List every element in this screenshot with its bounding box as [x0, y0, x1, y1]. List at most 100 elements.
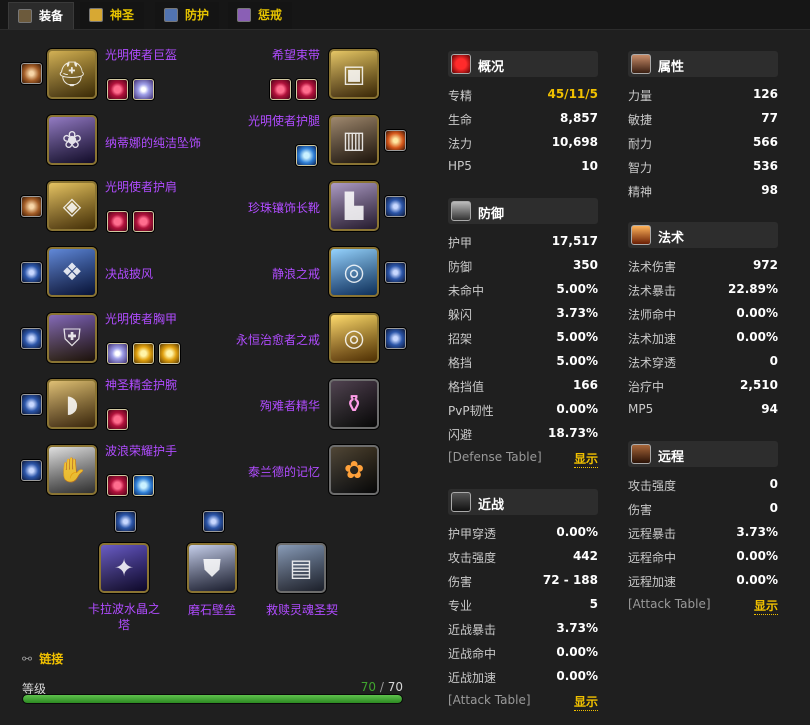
- shield-icon[interactable]: ⛊: [187, 543, 237, 593]
- flower-icon[interactable]: ✿: [329, 445, 379, 495]
- item-name[interactable]: 希望束带: [272, 46, 320, 63]
- enchant-icon[interactable]: [21, 196, 42, 217]
- tab-label: 防护: [185, 8, 210, 22]
- enchant-icon[interactable]: [115, 511, 136, 532]
- gem-icon[interactable]: [133, 343, 154, 364]
- belt-icon[interactable]: ▣: [329, 49, 379, 99]
- tab-bar: 装备 神圣 防护 惩戒: [0, 0, 810, 30]
- stat-label: 敏捷: [628, 113, 653, 127]
- enchant-icon[interactable]: [21, 394, 42, 415]
- stat-value: 2,510: [740, 378, 778, 392]
- stat-label: 法术伤害: [628, 260, 677, 274]
- gloves-icon[interactable]: ✋: [47, 445, 97, 495]
- tab-protection[interactable]: 防护: [155, 2, 220, 29]
- tab-equipment[interactable]: 装备: [8, 2, 75, 29]
- enchant-icon[interactable]: [21, 262, 42, 283]
- legs-icon[interactable]: ▥: [329, 115, 379, 165]
- item-name[interactable]: 神圣精金护腕: [105, 376, 177, 393]
- necklace-icon[interactable]: ❀: [47, 115, 97, 165]
- gem-icon[interactable]: [133, 211, 154, 232]
- item-name[interactable]: 光明使者护肩: [105, 178, 177, 195]
- gem-icon[interactable]: [296, 145, 317, 166]
- attack-table-show-link[interactable]: 显示: [753, 597, 778, 615]
- bracer-icon[interactable]: ◗: [47, 379, 97, 429]
- weapon-name[interactable]: 磨石壁垒: [172, 601, 252, 618]
- stat-value: 77: [761, 111, 778, 125]
- level-value: 70 / 70: [361, 680, 403, 694]
- libram-icon[interactable]: ▤: [276, 543, 326, 593]
- stat-label: 力量: [628, 89, 653, 103]
- enchant-icon[interactable]: [385, 262, 406, 283]
- enchant-icon[interactable]: [385, 130, 406, 151]
- item-name[interactable]: 光明使者胸甲: [105, 310, 177, 327]
- stat-label: 法师命中: [628, 308, 677, 322]
- ring-icon[interactable]: ◎: [329, 247, 379, 297]
- stat-row: 法师命中 0.00%: [628, 306, 778, 324]
- item-name[interactable]: 光明使者巨盔: [105, 46, 177, 63]
- item-name[interactable]: 决战披风: [105, 265, 153, 282]
- item-name[interactable]: 泰兰德的记忆: [248, 463, 320, 480]
- stat-row: 护甲穿透 0.00%: [448, 525, 598, 543]
- gem-icon[interactable]: [107, 343, 128, 364]
- enchant-icon[interactable]: [203, 511, 224, 532]
- gem-icon[interactable]: [133, 79, 154, 100]
- enchant-icon[interactable]: [21, 63, 42, 84]
- gem-icon[interactable]: [133, 475, 154, 496]
- stat-label: 专精: [448, 89, 473, 103]
- chest-icon[interactable]: ⛨: [47, 313, 97, 363]
- stat-label: 护甲穿透: [448, 527, 497, 541]
- tab-label: 惩戒: [258, 8, 283, 22]
- attack-table-show-link[interactable]: 显示: [573, 693, 598, 711]
- mace-icon[interactable]: ✦: [99, 543, 149, 593]
- enchant-icon[interactable]: [21, 460, 42, 481]
- helmet-icon[interactable]: ⛑: [47, 49, 97, 99]
- item-name[interactable]: 静浪之戒: [272, 265, 320, 282]
- stat-value: 5.00%: [556, 354, 598, 368]
- gem-icon[interactable]: [296, 79, 317, 100]
- panel-title: 防御: [478, 207, 505, 222]
- stat-row: 敏捷 77: [628, 111, 778, 129]
- defense-table-show-link[interactable]: 显示: [573, 450, 598, 468]
- tab-holy[interactable]: 神圣: [80, 2, 145, 29]
- defense-table-label: [Defense Table]: [448, 450, 542, 464]
- weapon-name[interactable]: 救赎灵魂圣契: [256, 601, 348, 618]
- shoulder-icon[interactable]: ◈: [47, 181, 97, 231]
- weapon-name[interactable]: 卡拉波水晶之 塔: [78, 601, 170, 633]
- attack-table-label: [Attack Table]: [628, 597, 711, 611]
- gem-icon[interactable]: [107, 211, 128, 232]
- gem-icon[interactable]: [159, 343, 180, 364]
- stat-value: 45/11/5: [547, 87, 598, 101]
- weapon-name-line: 卡拉波水晶之: [87, 602, 160, 616]
- stat-label: 专业: [448, 599, 473, 613]
- stat-value: 94: [761, 402, 778, 416]
- gem-icon[interactable]: [107, 79, 128, 100]
- ring-icon[interactable]: ◎: [329, 313, 379, 363]
- attack-table-row: [Attack Table] 显示: [448, 693, 598, 711]
- spell-header: 法术: [628, 222, 778, 248]
- item-name[interactable]: 永恒治愈者之戒: [236, 331, 320, 348]
- item-name[interactable]: 殉难者精华: [260, 397, 320, 414]
- stat-label: 攻击强度: [628, 479, 677, 493]
- trinket-icon[interactable]: ⚱: [329, 379, 379, 429]
- item-name[interactable]: 光明使者护腿: [248, 112, 320, 129]
- enchant-icon[interactable]: [385, 328, 406, 349]
- item-name[interactable]: 珍珠镶饰长靴: [248, 199, 320, 216]
- item-name[interactable]: 波浪荣耀护手: [105, 442, 177, 459]
- arm-icon: [631, 54, 651, 74]
- enchant-icon[interactable]: [385, 196, 406, 217]
- link-icon: ⚯: [22, 652, 33, 666]
- gem-icon[interactable]: [270, 79, 291, 100]
- cloak-icon[interactable]: ❖: [47, 247, 97, 297]
- link-button[interactable]: ⚯ 链接: [22, 650, 63, 667]
- stat-row: 伤害 0: [628, 501, 778, 519]
- stat-label: 近战暴击: [448, 623, 497, 637]
- item-name[interactable]: 纳蒂娜的纯洁坠饰: [105, 134, 201, 151]
- gem-icon[interactable]: [107, 475, 128, 496]
- boots-icon[interactable]: ▙: [329, 181, 379, 231]
- gem-icon[interactable]: [107, 409, 128, 430]
- tab-retribution[interactable]: 惩戒: [228, 2, 293, 29]
- stat-label: 近战命中: [448, 647, 497, 661]
- enchant-icon[interactable]: [21, 328, 42, 349]
- stat-label: 伤害: [448, 575, 473, 589]
- panel-title: 概况: [478, 60, 505, 75]
